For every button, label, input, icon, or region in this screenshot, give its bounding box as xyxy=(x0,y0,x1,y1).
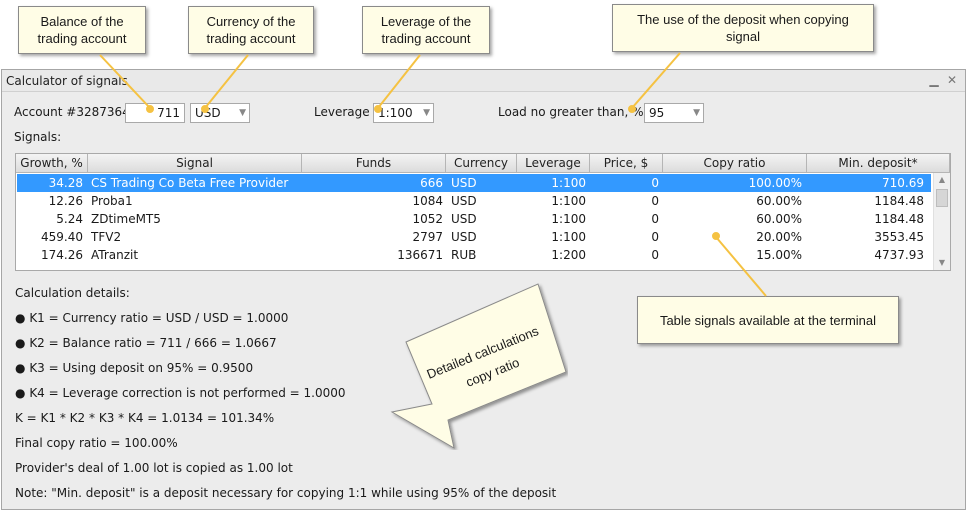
cell-ratio: 100.00% xyxy=(748,176,802,190)
bullet-icon: ● xyxy=(15,361,26,375)
cell-currency: USD xyxy=(451,212,477,226)
load-label: Load no greater than, % xyxy=(498,105,644,119)
detail-k2: ● K2 = Balance ratio = 711 / 666 = 1.066… xyxy=(15,336,277,350)
chevron-down-icon: ▼ xyxy=(423,108,430,118)
bullet-icon: ● xyxy=(15,336,26,350)
leverage-label: Leverage xyxy=(314,105,370,119)
cell-min: 1184.48 xyxy=(874,212,924,226)
cell-signal: TFV2 xyxy=(91,230,122,244)
column-header-currency[interactable]: Currency xyxy=(446,154,517,173)
detail-final-ratio: Final copy ratio = 100.00% xyxy=(15,436,178,450)
cell-price: 0 xyxy=(651,176,659,190)
cell-funds: 1084 xyxy=(412,194,443,208)
callout-balance: Balance of the trading account xyxy=(18,6,146,54)
column-header-growth[interactable]: Growth, % xyxy=(16,154,88,173)
cell-min: 3553.45 xyxy=(874,230,924,244)
cell-price: 0 xyxy=(651,248,659,262)
table-row[interactable]: 34.28 CS Trading Co Beta Free Provider 666… xyxy=(17,174,931,192)
cell-leverage: 1:100 xyxy=(551,194,586,208)
cell-ratio: 60.00% xyxy=(756,212,802,226)
column-header-copy-ratio[interactable]: Copy ratio xyxy=(663,154,807,173)
cell-leverage: 1:200 xyxy=(551,248,586,262)
signals-label: Signals: xyxy=(14,130,62,144)
scroll-thumb[interactable] xyxy=(936,189,948,207)
callout-table-signals: Table signals available at the terminal xyxy=(637,296,899,344)
scroll-down-icon[interactable]: ▼ xyxy=(934,256,950,270)
callout-leverage: Leverage of the trading account xyxy=(362,6,490,54)
cell-funds: 666 xyxy=(420,176,443,190)
detail-note: Note: "Min. deposit" is a deposit necess… xyxy=(15,486,557,500)
table-scrollbar[interactable]: ▲ ▼ xyxy=(933,173,950,270)
chevron-down-icon: ▼ xyxy=(693,108,700,118)
column-header-funds[interactable]: Funds xyxy=(302,154,446,173)
bullet-icon: ● xyxy=(15,311,26,325)
detail-k1: ● K1 = Currency ratio = USD / USD = 1.00… xyxy=(15,311,289,325)
cell-leverage: 1:100 xyxy=(551,176,586,190)
cell-ratio: 20.00% xyxy=(756,230,802,244)
cell-ratio: 15.00% xyxy=(756,248,802,262)
minimize-icon[interactable]: ▁ xyxy=(927,73,941,87)
table-row[interactable]: 459.40 TFV2 2797 USD 1:100 0 20.00% 3553.45 xyxy=(17,228,931,246)
load-select[interactable]: 95 ▼ xyxy=(644,103,704,123)
table-header: Growth, % Signal Funds Currency Leverage… xyxy=(16,154,950,173)
cell-signal: CS Trading Co Beta Free Provider xyxy=(91,176,289,190)
account-label: Account #3287364 xyxy=(14,105,130,119)
cell-signal: ATranzit xyxy=(91,248,139,262)
currency-value: USD xyxy=(195,106,221,120)
cell-growth: 459.40 xyxy=(41,230,83,244)
cell-currency: USD xyxy=(451,194,477,208)
cell-growth: 12.26 xyxy=(48,194,83,208)
cell-signal: Proba1 xyxy=(91,194,133,208)
cell-price: 0 xyxy=(651,230,659,244)
bubble-shape xyxy=(390,283,567,449)
leverage-value: 1:100 xyxy=(378,106,413,120)
cell-min: 1184.48 xyxy=(874,194,924,208)
cell-currency: USD xyxy=(451,230,477,244)
currency-select[interactable]: USD ▼ xyxy=(190,103,250,123)
load-value: 95 xyxy=(649,106,665,120)
cell-price: 0 xyxy=(651,212,659,226)
scroll-up-icon[interactable]: ▲ xyxy=(934,173,950,187)
callout-currency: Currency of the trading account xyxy=(188,6,314,54)
table-row[interactable]: 174.26 ATranzit 136671 RUB 1:200 0 15.00% 4737.… xyxy=(17,246,931,264)
leverage-select[interactable]: 1:100 ▼ xyxy=(373,103,434,123)
cell-growth: 5.24 xyxy=(56,212,83,226)
table-row[interactable]: 5.24 ZDtimeMT5 1052 USD 1:100 0 60.00% 1184.48 xyxy=(17,210,931,228)
cell-funds: 2797 xyxy=(412,230,443,244)
cell-min: 4737.93 xyxy=(874,248,924,262)
detail-k4: ● K4 = Leverage correction is not perfor… xyxy=(15,386,346,400)
detail-provider-deal: Provider's deal of 1.00 lot is copied as… xyxy=(15,461,293,475)
column-header-price[interactable]: Price, $ xyxy=(590,154,663,173)
table-row[interactable]: 12.26 Proba1 1084 USD 1:100 0 60.00% 1184.48 xyxy=(17,192,931,210)
window-title: Calculator of signals xyxy=(6,74,128,88)
detail-k-total: K = K1 * K2 * K3 * K4 = 1.0134 = 101.34% xyxy=(15,411,275,425)
cell-min: 710.69 xyxy=(882,176,924,190)
balance-field[interactable]: 711 xyxy=(125,103,185,123)
chevron-down-icon: ▼ xyxy=(239,108,246,118)
cell-signal: ZDtimeMT5 xyxy=(91,212,161,226)
callout-deposit: The use of the deposit when copying sign… xyxy=(612,4,874,52)
cell-funds: 136671 xyxy=(397,248,443,262)
title-bar: Calculator of signals ▁ ✕ xyxy=(2,70,965,92)
cell-growth: 174.26 xyxy=(41,248,83,262)
cell-leverage: 1:100 xyxy=(551,212,586,226)
column-header-signal[interactable]: Signal xyxy=(88,154,302,173)
cell-funds: 1052 xyxy=(412,212,443,226)
details-title: Calculation details: xyxy=(15,286,130,300)
cell-price: 0 xyxy=(651,194,659,208)
detail-k3: ● K3 = Using deposit on 95% = 0.9500 xyxy=(15,361,254,375)
cell-growth: 34.28 xyxy=(48,176,83,190)
cell-leverage: 1:100 xyxy=(551,230,586,244)
cell-currency: USD xyxy=(451,176,477,190)
column-header-min-deposit[interactable]: Min. deposit* xyxy=(807,154,950,173)
signals-table: Growth, % Signal Funds Currency Leverage… xyxy=(15,153,951,271)
close-icon[interactable]: ✕ xyxy=(945,73,959,87)
cell-currency: RUB xyxy=(451,248,477,262)
cell-ratio: 60.00% xyxy=(756,194,802,208)
bullet-icon: ● xyxy=(15,386,26,400)
callout-details-bubble: Detailed calculations copy ratio xyxy=(390,283,567,449)
column-header-leverage[interactable]: Leverage xyxy=(517,154,590,173)
